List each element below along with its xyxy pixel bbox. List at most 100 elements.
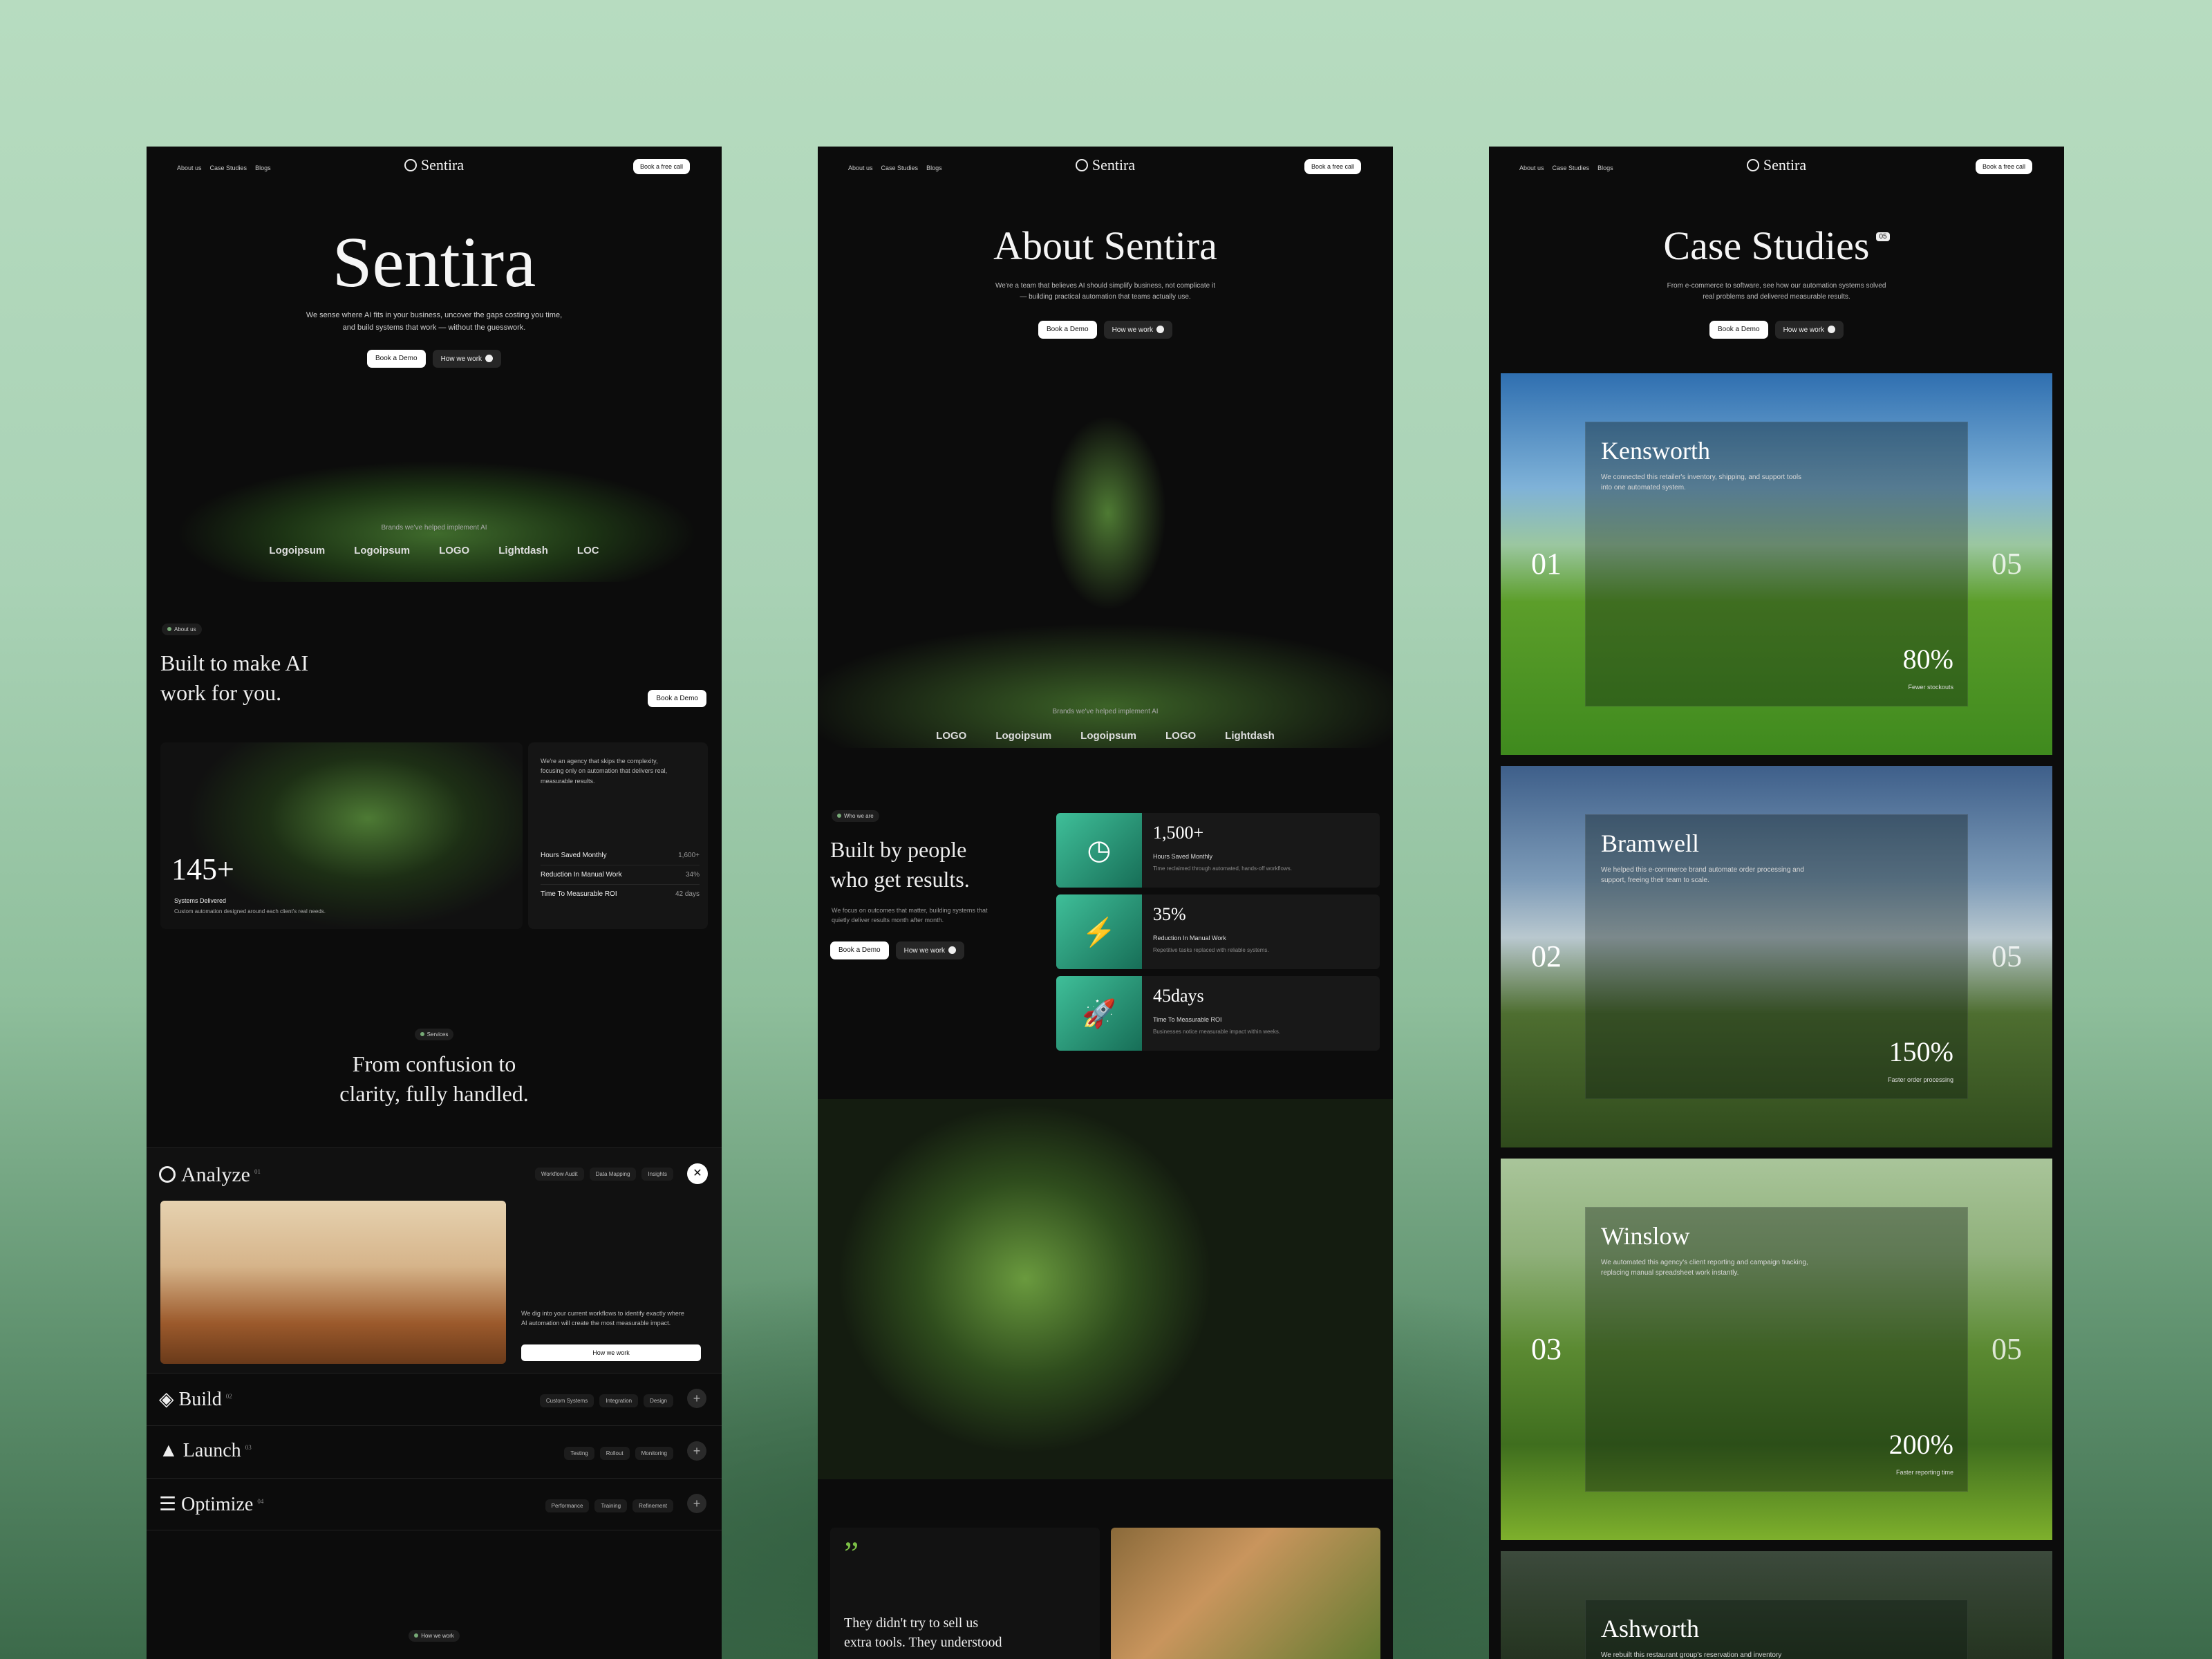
case-index: 03 — [1531, 1332, 1562, 1366]
service-chip: Monitoring — [635, 1447, 673, 1460]
book-demo-button[interactable]: Book a Demo — [1038, 321, 1097, 339]
book-call-button[interactable]: Book a free call — [632, 159, 690, 174]
analyze-icon — [159, 1166, 176, 1183]
brands-label: Brands we've helped implement AI — [381, 524, 487, 532]
brands-label: Brands we've helped implement AI — [1052, 708, 1159, 715]
service-analyze[interactable]: Analyze 01 Workflow Audit Data Mapping In… — [147, 1147, 722, 1373]
brand-logo-5: LOC — [577, 545, 599, 556]
brand-logo-5: Lightdash — [1225, 730, 1275, 742]
case-index: 02 — [1531, 939, 1562, 973]
service-chip: Training — [594, 1499, 628, 1512]
service-chip: Insights — [641, 1168, 673, 1181]
metric-label: Reduction In Manual Work — [1153, 935, 1226, 941]
case-percent: 200% — [1888, 1429, 1953, 1460]
service-launch[interactable]: ▲ Launch 03 Testing Rollout Monitoring + — [147, 1425, 722, 1478]
rocket-icon: ▲ — [159, 1440, 178, 1461]
brand-logos: LOGO Logoipsum Logoipsum LOGO Lightdash — [818, 730, 1393, 742]
book-demo-button[interactable]: Book a Demo — [366, 350, 426, 368]
case-card-bramwell[interactable]: 02 05 Bramwell We helped this e-commerce… — [1501, 766, 2052, 1147]
service-build[interactable]: ◈ Build 02 Custom Systems Integration Des… — [147, 1373, 722, 1425]
service-chip: Integration — [599, 1394, 639, 1407]
expand-plus-icon[interactable]: + — [687, 1494, 706, 1513]
stat-row: Hours Saved Monthly 1,600+ — [541, 846, 700, 865]
brand-logo-3: Logoipsum — [1080, 730, 1136, 742]
layers-icon: ◈ — [159, 1389, 174, 1410]
about-book-demo-button[interactable]: Book a Demo — [648, 690, 706, 707]
about-title: About Sentira — [993, 223, 1217, 268]
quote-icon: ” — [844, 1535, 859, 1572]
brand-logos: Logoipsum Logoipsum LOGO Lightdash LOC — [147, 545, 722, 556]
hero-title: Sentira — [332, 223, 536, 302]
case-overlay: Kensworth We connected this retailer's i… — [1585, 422, 1968, 706]
case-card-winslow[interactable]: 03 05 Winslow We automated this agency's… — [1501, 1159, 2052, 1540]
about-description: We're an agency that skips the complexit… — [541, 758, 668, 785]
metric-card: ◷ 1,500+ Hours Saved Monthly Time reclai… — [1056, 813, 1380, 888]
book-call-button[interactable]: Book a free call — [1304, 159, 1361, 174]
metric-sub: Repetitive tasks replaced with reliable … — [1153, 947, 1269, 953]
clock-icon: ◷ — [1056, 813, 1142, 888]
how-we-work-button[interactable]: How we work — [432, 350, 502, 368]
brand-logo-4: Lightdash — [498, 545, 548, 556]
top-nav: About us Case Studies Blogs Sentira Book… — [147, 147, 722, 188]
sliders-icon: ☰ — [159, 1494, 177, 1515]
expand-plus-icon[interactable]: + — [687, 1441, 706, 1461]
metric-card: ⚡ 35% Reduction In Manual Work Repetitiv… — [1056, 894, 1380, 969]
services-heading: From confusion to clarity, fully handled. — [339, 1051, 529, 1107]
who-book-demo-button[interactable]: Book a Demo — [830, 941, 889, 959]
brand-logo-1: Logoipsum — [269, 545, 326, 556]
case-index: 01 — [1531, 547, 1562, 581]
lightning-icon: ⚡ — [1056, 894, 1142, 969]
metric-value: 35% — [1153, 904, 1186, 924]
case-name: Ashworth — [1601, 1615, 1699, 1642]
service-chip: Workflow Audit — [534, 1168, 584, 1181]
case-studies-subtitle: From e-commerce to software, see how our… — [1667, 282, 1886, 301]
sentira-logo-icon — [1746, 159, 1759, 171]
metric-card: 🚀 45days Time To Measurable ROI Business… — [1056, 976, 1380, 1051]
case-total: 05 — [1991, 1332, 2022, 1366]
metric-label: Time To Measurable ROI — [1153, 1016, 1222, 1023]
service-chip: Testing — [564, 1447, 594, 1460]
case-card-kensworth[interactable]: 01 05 Kensworth We connected this retail… — [1501, 373, 2052, 755]
brand-logo-3: LOGO — [439, 545, 470, 556]
about-stats-card: We're an agency that skips the complexit… — [528, 742, 708, 929]
how-we-work-button[interactable]: How we work — [1774, 321, 1844, 339]
service-chip: Data Mapping — [589, 1168, 637, 1181]
case-studies-page-panel: About us Case Studies Blogs Sentira Book… — [1489, 147, 2064, 1659]
case-description: We rebuilt this restaurant group's reser… — [1601, 1651, 1782, 1659]
service-chip: Rollout — [599, 1447, 630, 1460]
service-optimize[interactable]: ☰ Optimize 04 Performance Training Refine… — [147, 1478, 722, 1530]
figure-in-grass-image — [818, 375, 1393, 748]
about-heading: Built to make AI work for you. — [160, 650, 309, 706]
who-how-we-work-button[interactable]: How we work — [895, 941, 965, 959]
service-chip: Custom Systems — [539, 1394, 594, 1407]
book-call-button[interactable]: Book a free call — [1975, 159, 2032, 174]
how-we-work-button[interactable]: How we work — [1103, 321, 1173, 339]
who-description: We focus on outcomes that matter, buildi… — [832, 907, 988, 924]
who-tag: Who we are — [832, 809, 879, 822]
expand-plus-icon[interactable]: + — [687, 1389, 706, 1408]
testimonial-portrait-image — [1111, 1528, 1380, 1659]
case-overlay: Winslow We automated this agency's clien… — [1585, 1207, 1968, 1492]
brand-logo-1: LOGO — [936, 730, 967, 742]
book-demo-button[interactable]: Book a Demo — [1709, 321, 1768, 339]
metric-value: 1,500+ — [1153, 823, 1204, 843]
analyze-how-we-work-button[interactable]: How we work — [521, 1344, 701, 1361]
case-name: Bramwell — [1601, 830, 1699, 857]
case-studies-title: Case Studies 05 — [1489, 223, 2064, 269]
about-page-panel: About us Case Studies Blogs Sentira Book… — [818, 147, 1393, 1659]
about-subtitle: We're a team that believes AI should sim… — [995, 282, 1215, 301]
case-total: 05 — [1991, 547, 2022, 581]
statue-image — [818, 1099, 1393, 1479]
analyze-image — [160, 1201, 506, 1364]
arrow-icon — [485, 355, 494, 362]
close-icon[interactable]: ✕ — [687, 1163, 708, 1184]
stat-row: Reduction In Manual Work 34% — [541, 865, 700, 885]
who-heading: Built by people who get results. — [830, 837, 970, 892]
case-overlay: Ashworth We rebuilt this restaurant grou… — [1585, 1600, 1968, 1659]
case-percent-label: Faster order processing — [1887, 1076, 1953, 1083]
case-percent: 150% — [1888, 1036, 1953, 1067]
stat-big-sub: Custom automation designed around each c… — [174, 908, 326, 915]
metric-sub: Time reclaimed through automated, hands-… — [1153, 865, 1292, 872]
case-description: We helped this e-commerce brand automate… — [1601, 866, 1804, 884]
case-card-ashworth[interactable]: Ashworth We rebuilt this restaurant grou… — [1501, 1551, 2052, 1659]
